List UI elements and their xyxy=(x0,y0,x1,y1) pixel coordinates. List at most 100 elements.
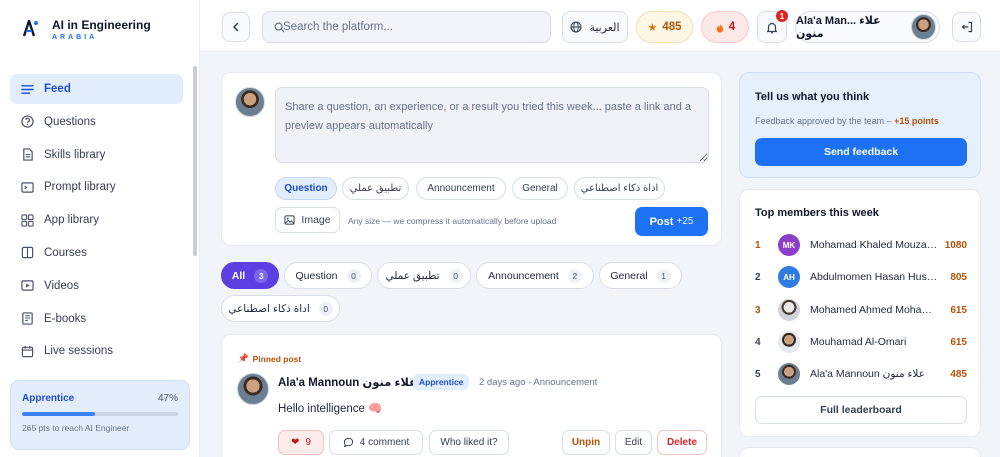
post-composer: Question تطبيق عملي Announcement General… xyxy=(221,72,722,246)
filter-label: تطبيق عملي xyxy=(385,269,440,282)
user-avatar xyxy=(911,14,936,40)
category-chip-practical[interactable]: تطبيق عملي xyxy=(342,177,409,200)
sidebar-item-label: Skills library xyxy=(44,148,106,161)
sidebar-item-label: App library xyxy=(44,214,99,227)
language-label: العربية xyxy=(589,21,620,34)
category-chip-ai-tool[interactable]: اداة ذكاء اصطناعي xyxy=(574,177,665,200)
member-points: 805 xyxy=(950,271,967,283)
feedback-card: Tell us what you think Feedback approved… xyxy=(739,72,981,178)
send-feedback-button[interactable]: Send feedback xyxy=(755,138,967,166)
member-row[interactable]: 3 Mohamed Ahmed Mohammed 615 xyxy=(755,297,967,323)
pin-icon: 📌 xyxy=(238,353,249,363)
next-card xyxy=(739,447,981,457)
sidebar-item-live-sessions[interactable]: Live sessions xyxy=(10,336,183,366)
edit-button[interactable]: Edit xyxy=(615,430,652,455)
points-badge[interactable]: ★ 485 xyxy=(636,11,693,43)
member-points: 1080 xyxy=(944,239,967,251)
member-row[interactable]: 1 MK Mohamad Khaled Mouzayek 1080 xyxy=(755,232,967,258)
filter-practical[interactable]: تطبيق عملي 0 xyxy=(377,262,471,289)
like-button[interactable]: ❤ 9 xyxy=(278,430,324,455)
level-progress-note: 265 pts to reach AI Engineer xyxy=(22,423,130,433)
post-button[interactable]: Post +25 xyxy=(635,207,708,236)
filter-question[interactable]: Question 0 xyxy=(284,262,372,289)
comment-button[interactable]: 4 comment xyxy=(329,430,423,455)
category-chip-question[interactable]: Question xyxy=(275,177,337,200)
feedback-note-text: Feedback approved by the team – xyxy=(755,116,892,126)
notification-count-badge: 1 xyxy=(776,10,788,22)
post-author-name[interactable]: Ala'a Mannoun علاء منون xyxy=(278,375,417,389)
upload-note: Any size — we compress it automatically … xyxy=(348,216,557,226)
app-logo[interactable]: AI in Engineering ARABIA xyxy=(16,16,151,42)
top-members-title: Top members this week xyxy=(755,207,879,219)
filter-general[interactable]: General 1 xyxy=(599,262,682,289)
post-meta: 2 days ago · Announcement xyxy=(479,377,598,388)
sidebar-item-skills-library[interactable]: Skills library xyxy=(10,140,183,170)
unpin-button[interactable]: Unpin xyxy=(562,430,610,455)
post-card: 📌 Pinned post Ala'a Mannoun علاء منون Ap… xyxy=(221,334,722,457)
add-image-label: Image xyxy=(301,214,331,226)
sidebar-item-label: Courses xyxy=(44,246,87,259)
logout-button[interactable] xyxy=(952,12,981,42)
member-name: Mohamad Khaled Mouzayek xyxy=(810,239,938,251)
sidebar-item-label: Videos xyxy=(44,279,79,292)
level-percent: 47% xyxy=(157,393,178,404)
streak-value: 4 xyxy=(728,21,736,33)
sidebar-item-videos[interactable]: Videos xyxy=(10,271,183,301)
terminal-icon xyxy=(20,180,34,194)
member-row[interactable]: 5 Ala'a Mannoun علاء منون 485 xyxy=(755,361,967,387)
search-box[interactable] xyxy=(262,11,551,43)
who-liked-button[interactable]: Who liked it? xyxy=(429,430,509,455)
streak-badge[interactable]: 4 xyxy=(701,11,749,43)
full-leaderboard-button[interactable]: Full leaderboard xyxy=(755,396,967,424)
bell-icon xyxy=(766,22,778,33)
feedback-points: +15 points xyxy=(894,116,939,126)
delete-button[interactable]: Delete xyxy=(657,430,707,455)
filter-announcement[interactable]: Announcement 2 xyxy=(476,262,594,289)
question-icon xyxy=(20,115,34,129)
filter-ai-tool[interactable]: اداة ذكاء اصطناعي 0 xyxy=(221,295,340,322)
sidebar-item-feed[interactable]: Feed xyxy=(10,74,183,104)
sidebar-item-prompt-library[interactable]: Prompt library xyxy=(10,172,183,202)
member-avatar: MK xyxy=(778,234,800,256)
composer-textarea[interactable] xyxy=(275,87,709,163)
author-role-badge: Apprentice xyxy=(413,374,470,390)
post-author-avatar[interactable] xyxy=(237,373,269,405)
member-points: 485 xyxy=(950,368,967,380)
sidebar-item-label: Questions xyxy=(44,115,96,128)
back-button[interactable] xyxy=(222,12,250,42)
sidebar-scrollbar[interactable] xyxy=(193,66,197,256)
category-chip-general[interactable]: General xyxy=(512,177,568,200)
video-icon xyxy=(20,279,34,293)
member-rank: 4 xyxy=(755,336,761,348)
globe-icon xyxy=(570,21,583,33)
sidebar-item-courses[interactable]: Courses xyxy=(10,238,183,268)
feed-icon xyxy=(20,82,34,96)
filter-count: 0 xyxy=(448,268,463,283)
sidebar-item-label: E-books xyxy=(44,312,87,325)
sidebar-nav: Feed Questions Skills library Prompt lib… xyxy=(10,74,183,369)
filter-all[interactable]: All 3 xyxy=(221,262,279,289)
filter-label: General xyxy=(610,269,648,282)
sidebar-item-label: Live sessions xyxy=(44,345,114,358)
notifications-button[interactable]: 1 xyxy=(757,10,788,43)
logout-icon xyxy=(961,21,972,33)
sidebar-item-label: Feed xyxy=(44,83,71,95)
sidebar-item-e-books[interactable]: E-books xyxy=(10,304,183,334)
level-progress-bar xyxy=(22,412,178,416)
member-row[interactable]: 2 AH Abdulmomen Hasan Hussein 805 xyxy=(755,264,967,290)
search-input[interactable] xyxy=(283,21,523,33)
add-image-button[interactable]: Image xyxy=(275,207,340,233)
sidebar-item-app-library[interactable]: App library xyxy=(10,205,183,235)
category-chip-announcement[interactable]: Announcement xyxy=(416,177,506,200)
chevron-left-icon xyxy=(232,22,239,32)
filter-count: 0 xyxy=(318,301,333,316)
comment-count: 4 comment xyxy=(359,437,410,448)
member-rank: 2 xyxy=(755,271,761,283)
post-label: Post xyxy=(649,215,674,228)
comment-icon xyxy=(343,437,353,448)
user-menu-button[interactable]: Ala'a Man... علاء منون xyxy=(795,11,940,43)
sidebar-item-questions[interactable]: Questions xyxy=(10,107,183,137)
post-body: Hello intelligence 🧠 xyxy=(278,403,383,415)
member-row[interactable]: 4 Mouhamad Al-Omari 615 xyxy=(755,329,967,355)
language-button[interactable]: العربية xyxy=(562,11,628,43)
